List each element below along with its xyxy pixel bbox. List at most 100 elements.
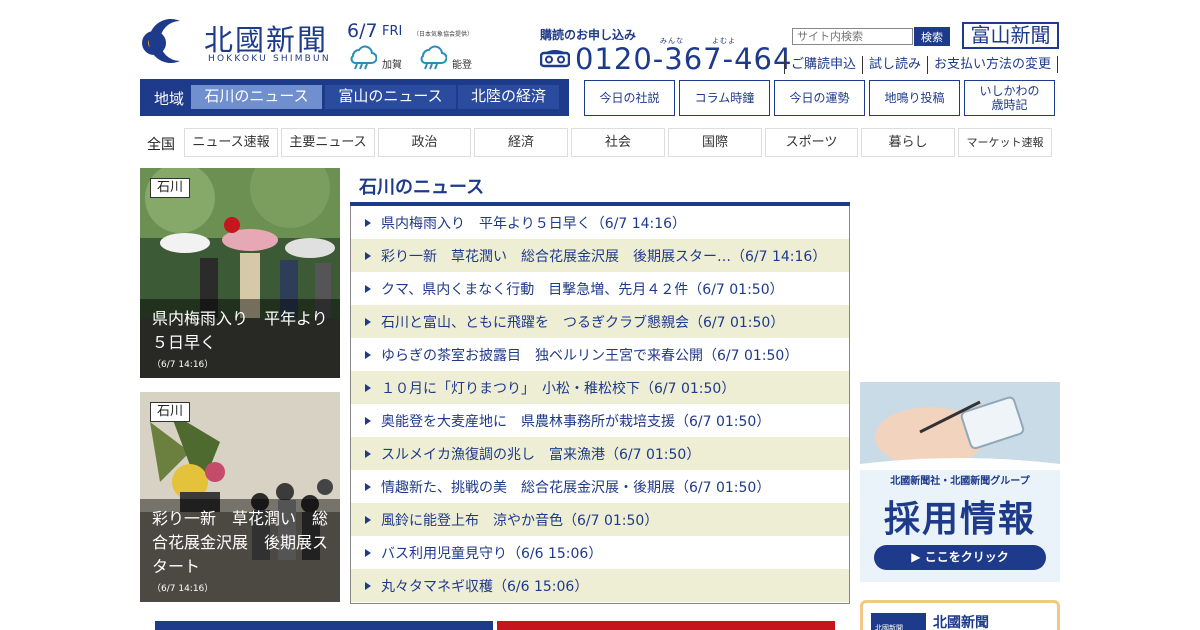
news-item[interactable]: 風鈴に能登上布 涼やか音色（6/7 01:50） — [351, 503, 849, 536]
cat-top-news[interactable]: 主要ニュース — [281, 128, 375, 157]
editorial-button[interactable]: 今日の社説 — [584, 80, 675, 116]
weather-area-label: 能登 — [452, 60, 472, 71]
news-headline: スルメイカ漁復調の兆し 富来漁港（6/7 01:50） — [381, 446, 701, 463]
bullet-triangle-icon — [365, 548, 371, 557]
category-label-national[interactable]: 全国 — [147, 134, 175, 154]
bullet-triangle-icon — [365, 449, 371, 458]
bullet-triangle-icon — [365, 515, 371, 524]
cat-market-news[interactable]: マーケット速報 — [958, 128, 1052, 157]
cat-breaking-news[interactable]: ニュース速報 — [184, 128, 278, 157]
bullet-triangle-icon — [365, 581, 371, 590]
news-headline: クマ、県内くまなく行動 目撃急増、先月４２件（6/7 01:50） — [381, 281, 784, 298]
tab-toyama-news[interactable]: 富山のニュース — [325, 85, 456, 109]
news-headline: ゆらぎの茶室お披露目 独ベルリン王宮で来春公開（6/7 01:50） — [381, 347, 799, 364]
bullet-triangle-icon — [365, 482, 371, 491]
caption-text: 彩り一新 草花潤い 総合花展金沢展 後期展スタート — [152, 509, 329, 576]
bullet-triangle-icon — [365, 251, 371, 260]
news-section-title: 石川のニュース — [359, 177, 485, 198]
photo-caption: 彩り一新 草花潤い 総合花展金沢展 後期展スタート （6/7 14:16） — [140, 499, 340, 602]
newspaper-icon: 北國新聞 — [871, 613, 926, 630]
payment-change-link[interactable]: お支払い方法の変更 — [927, 56, 1057, 74]
logo-subtitle: HOKKOKU SHIMBUN — [208, 54, 331, 64]
date-weather: 6/7 FRI （日本気象協会提供） 加賀 能登 — [347, 20, 482, 72]
news-list: 県内梅雨入り 平年より５日早く（6/7 14:16） 彩り一新 草花潤い 総合花… — [350, 206, 850, 604]
recruit-subtitle: 北國新聞社・北國新聞グループ — [890, 476, 1030, 487]
site-logo[interactable]: 北國新聞 HOKKOKU SHIMBUN — [140, 15, 340, 67]
ishikawa-calendar-button[interactable]: いしかわの 歳時記 — [964, 80, 1055, 116]
cat-living[interactable]: 暮らし — [861, 128, 955, 157]
news-item[interactable]: バス利用児童見守り（6/6 15:06） — [351, 536, 849, 569]
utility-links: ご購読申込 試し読み お支払い方法の変更 — [784, 56, 1059, 74]
news-item[interactable]: 県内梅雨入り 平年より５日早く（6/7 14:16） — [351, 206, 849, 239]
bullet-triangle-icon — [365, 284, 371, 293]
rain-icon — [420, 45, 447, 70]
bullet-triangle-icon — [365, 416, 371, 425]
news-headline: 奥能登を大麦産地に 県農林事務所が栽培支援（6/7 01:50） — [381, 413, 771, 430]
weather-area-label: 加賀 — [382, 60, 402, 71]
caption-text: 県内梅雨入り 平年より５日早く — [152, 309, 328, 352]
cat-international[interactable]: 国際 — [668, 128, 762, 157]
horoscope-button[interactable]: 今日の運勢 — [774, 80, 865, 116]
subscribe-hotline[interactable]: 購読のお申し込み みんな よむよ 0120-367-464 — [540, 24, 791, 76]
region-label: 地域 — [154, 90, 185, 108]
hokkoku-logo-mark-icon — [142, 19, 180, 63]
region-nav: 地域 石川のニュース 富山のニュース 北陸の経済 — [140, 79, 569, 116]
column-jisho-button[interactable]: コラム時鐘 — [679, 80, 770, 116]
weather-kaga[interactable]: 加賀 — [347, 42, 407, 72]
cat-economy[interactable]: 経済 — [474, 128, 568, 157]
cat-sports[interactable]: スポーツ — [765, 128, 858, 157]
news-item[interactable]: 情趣新た、挑戦の美 総合花展金沢展・後期展（6/7 01:50） — [351, 470, 849, 503]
news-item[interactable]: １０月に「灯りまつり」 小松・稚松校下（6/7 01:50） — [351, 371, 849, 404]
news-headline: 石川と富山、ともに飛躍を つるぎクラブ懇親会（6/7 01:50） — [381, 314, 785, 331]
region-tag: 石川 — [150, 178, 191, 198]
news-headline: バス利用児童見守り（6/6 15:06） — [381, 545, 603, 562]
bullet-triangle-icon — [365, 317, 371, 326]
news-headline: 丸々タマネギ収穫（6/6 15:06） — [381, 578, 589, 595]
news-headline: 県内梅雨入り 平年より５日早く（6/7 14:16） — [381, 215, 687, 232]
news-item[interactable]: ゆらぎの茶室お披露目 独ベルリン王宮で来春公開（6/7 01:50） — [351, 338, 849, 371]
timestamp: （6/7 14:16） — [152, 360, 214, 370]
bullet-triangle-icon — [365, 218, 371, 227]
photo-card[interactable]: 石川 彩り一新 草花潤い 総合花展金沢展 後期展スタート （6/7 14:16） — [140, 392, 340, 602]
news-item[interactable]: 奥能登を大麦産地に 県農林事務所が栽培支援（6/7 01:50） — [351, 404, 849, 437]
region-tag: 石川 — [150, 402, 191, 422]
tab-hokuriku-economy[interactable]: 北陸の経済 — [458, 85, 559, 109]
search-button[interactable]: 検索 — [914, 27, 950, 46]
bullet-triangle-icon — [365, 350, 371, 359]
news-headline: 彩り一新 草花潤い 総合花展金沢展 後期展スター…（6/7 14:16） — [381, 248, 827, 265]
rain-icon — [350, 45, 377, 70]
site-search-input[interactable] — [792, 28, 913, 45]
free-dial-icon — [540, 50, 570, 68]
subscribe-title: 購読のお申し込み — [540, 28, 637, 42]
bottom-banner-left[interactable] — [155, 621, 493, 630]
toyama-shimbun-link[interactable]: 富山新聞 — [962, 22, 1059, 49]
news-headline: 風鈴に能登上布 涼やか音色（6/7 01:50） — [381, 512, 659, 529]
tab-ishikawa-news[interactable]: 石川のニュース — [191, 85, 322, 109]
side-promo-box[interactable]: 北國新聞 北國新聞 — [860, 600, 1060, 630]
cat-society[interactable]: 社会 — [571, 128, 665, 157]
subscribe-link[interactable]: ご購読申込 — [784, 56, 862, 74]
side-box-title: 北國新聞 — [933, 615, 989, 630]
bottom-banner-right[interactable] — [497, 621, 835, 630]
weather-credit: （日本気象協会提供） — [413, 31, 474, 38]
recruit-banner[interactable]: 北國新聞社・北國新聞グループ 採用情報 ▶ ここをクリック — [860, 382, 1060, 582]
date-weekday: FRI — [382, 24, 403, 39]
cat-politics[interactable]: 政治 — [378, 128, 471, 157]
news-headline: １０月に「灯りまつり」 小松・稚松校下（6/7 01:50） — [381, 380, 736, 397]
trial-link[interactable]: 試し読み — [862, 56, 927, 74]
news-item[interactable]: 彩り一新 草花潤い 総合花展金沢展 後期展スター…（6/7 14:16） — [351, 239, 849, 272]
date-day: 6/7 — [347, 20, 378, 42]
news-item[interactable]: 丸々タマネギ収穫（6/6 15:06） — [351, 569, 849, 602]
divider — [1057, 56, 1059, 73]
news-headline: 情趣新た、挑戦の美 総合花展金沢展・後期展（6/7 01:50） — [381, 479, 771, 496]
recruit-click-button[interactable]: ▶ ここをクリック — [874, 545, 1046, 570]
weather-noto[interactable]: 能登 — [417, 42, 477, 72]
reader-post-button[interactable]: 地鳴り投稿 — [869, 80, 960, 116]
logo-text: 北國新聞 — [204, 23, 329, 57]
phone-number: 0120-367-464 — [575, 42, 793, 76]
news-item[interactable]: 石川と富山、ともに飛躍を つるぎクラブ懇親会（6/7 01:50） — [351, 305, 849, 338]
news-item[interactable]: クマ、県内くまなく行動 目撃急増、先月４２件（6/7 01:50） — [351, 272, 849, 305]
news-item[interactable]: スルメイカ漁復調の兆し 富来漁港（6/7 01:50） — [351, 437, 849, 470]
bullet-triangle-icon — [365, 383, 371, 392]
photo-card[interactable]: 石川 県内梅雨入り 平年より５日早く （6/7 14:16） — [140, 168, 340, 378]
